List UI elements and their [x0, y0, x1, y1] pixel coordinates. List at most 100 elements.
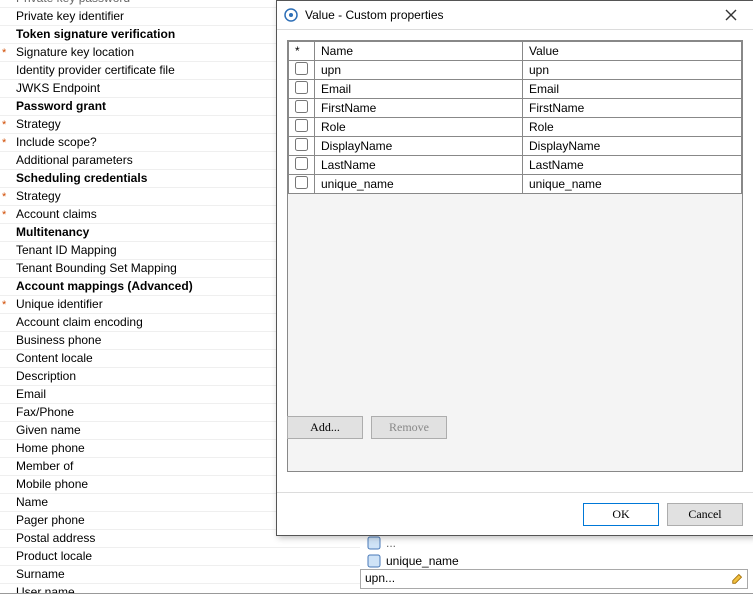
- cancel-button[interactable]: Cancel: [667, 503, 743, 526]
- property-label: Fax/Phone: [16, 405, 74, 419]
- cell-name[interactable]: upn: [315, 61, 523, 80]
- property-label: Name: [16, 495, 48, 509]
- row-checkbox-cell[interactable]: [289, 80, 315, 99]
- cell-value[interactable]: FirstName: [523, 99, 742, 118]
- dialog-titlebar: Value - Custom properties: [277, 1, 753, 30]
- property-label: Tenant ID Mapping: [16, 243, 117, 257]
- property-label: Home phone: [16, 441, 85, 455]
- row-checkbox[interactable]: [295, 157, 308, 170]
- close-button[interactable]: [715, 3, 747, 27]
- dialog-title: Value - Custom properties: [305, 8, 715, 22]
- col-header-name[interactable]: Name: [315, 42, 523, 61]
- col-header-value[interactable]: Value: [523, 42, 742, 61]
- row-checkbox-cell[interactable]: [289, 61, 315, 80]
- cell-value[interactable]: upn: [523, 61, 742, 80]
- dialog-footer: OK Cancel: [277, 492, 753, 535]
- ok-button[interactable]: OK: [583, 503, 659, 526]
- property-label: Token signature verification: [16, 27, 175, 41]
- property-label: Pager phone: [16, 513, 85, 527]
- property-label: Private key identifier: [16, 9, 124, 23]
- property-label: Given name: [16, 423, 81, 437]
- value-label: unique_name: [386, 554, 459, 568]
- row-checkbox[interactable]: [295, 119, 308, 132]
- property-label: Product locale: [16, 549, 92, 563]
- grid-row[interactable]: RoleRole: [289, 118, 742, 137]
- value-row-unique-name: unique_name: [360, 552, 752, 570]
- cell-value[interactable]: DisplayName: [523, 137, 742, 156]
- grid-row[interactable]: DisplayNameDisplayName: [289, 137, 742, 156]
- property-label: Unique identifier: [16, 297, 103, 311]
- row-checkbox-cell[interactable]: [289, 156, 315, 175]
- row-checkbox-cell[interactable]: [289, 175, 315, 194]
- col-header-checkbox[interactable]: *: [289, 42, 315, 61]
- cell-name[interactable]: FirstName: [315, 99, 523, 118]
- cell-value[interactable]: Role: [523, 118, 742, 137]
- property-label: Mobile phone: [16, 477, 88, 491]
- property-label: JWKS Endpoint: [16, 81, 100, 95]
- add-button[interactable]: Add...: [287, 416, 363, 439]
- properties-grid: * Name Value upnupnEmailEmailFirstNameFi…: [288, 41, 742, 194]
- property-label: Additional parameters: [16, 153, 133, 167]
- cell-value[interactable]: unique_name: [523, 175, 742, 194]
- cell-value[interactable]: Email: [523, 80, 742, 99]
- custom-properties-dialog: Value - Custom properties * Name Value u…: [276, 0, 753, 536]
- property-label: Multitenancy: [16, 225, 89, 239]
- cell-name[interactable]: unique_name: [315, 175, 523, 194]
- row-checkbox[interactable]: [295, 81, 308, 94]
- property-label: Scheduling credentials: [16, 171, 147, 185]
- grid-row[interactable]: EmailEmail: [289, 80, 742, 99]
- edit-icon[interactable]: [731, 571, 745, 585]
- required-icon: *: [2, 117, 6, 134]
- cell-name[interactable]: LastName: [315, 156, 523, 175]
- row-checkbox[interactable]: [295, 138, 308, 151]
- dialog-icon: [283, 7, 299, 23]
- row-checkbox-cell[interactable]: [289, 137, 315, 156]
- property-label: Email: [16, 387, 46, 401]
- property-label: Identity provider certificate file: [16, 63, 175, 77]
- required-icon: *: [2, 297, 6, 314]
- row-checkbox[interactable]: [295, 100, 308, 113]
- cell-name[interactable]: Role: [315, 118, 523, 137]
- cell-value[interactable]: LastName: [523, 156, 742, 175]
- property-label: Account mappings (Advanced): [16, 279, 193, 293]
- grid-row[interactable]: upnupn: [289, 61, 742, 80]
- property-label: Account claims: [16, 207, 97, 221]
- custom-properties-value: upn...: [365, 571, 395, 585]
- custom-properties-field[interactable]: upn...: [360, 569, 748, 589]
- required-icon: *: [2, 135, 6, 152]
- remove-button[interactable]: Remove: [371, 416, 447, 439]
- property-label: Content locale: [16, 351, 93, 365]
- property-row[interactable]: Product locale: [0, 548, 360, 566]
- grid-header-row: * Name Value: [289, 42, 742, 61]
- close-icon: [725, 9, 737, 21]
- property-label: Account claim encoding: [16, 315, 143, 329]
- value-row-custom-properties[interactable]: upn...: [360, 570, 752, 588]
- row-checkbox-cell[interactable]: [289, 99, 315, 118]
- row-checkbox-cell[interactable]: [289, 118, 315, 137]
- required-icon: *: [2, 207, 6, 224]
- property-label: Include scope?: [16, 135, 97, 149]
- grid-row[interactable]: unique_nameunique_name: [289, 175, 742, 194]
- property-label: Business phone: [16, 333, 101, 347]
- property-label: Strategy: [16, 117, 61, 131]
- value-row-hidden: ...: [360, 534, 752, 552]
- grid-row[interactable]: LastNameLastName: [289, 156, 742, 175]
- cell-name[interactable]: Email: [315, 80, 523, 99]
- property-label: Member of: [16, 459, 73, 473]
- property-row[interactable]: User name: [0, 584, 360, 593]
- property-label: Strategy: [16, 189, 61, 203]
- dialog-body: * Name Value upnupnEmailEmailFirstNameFi…: [277, 30, 753, 492]
- property-icon: [366, 553, 382, 569]
- cell-name[interactable]: DisplayName: [315, 137, 523, 156]
- grid-button-row: Add... Remove: [287, 416, 447, 444]
- row-checkbox[interactable]: [295, 176, 308, 189]
- property-label: Private key password: [16, 0, 130, 5]
- property-row[interactable]: Surname: [0, 566, 360, 584]
- property-label: Tenant Bounding Set Mapping: [16, 261, 177, 275]
- row-checkbox[interactable]: [295, 62, 308, 75]
- grid-row[interactable]: FirstNameFirstName: [289, 99, 742, 118]
- property-label: User name: [16, 585, 75, 593]
- property-label: Signature key location: [16, 45, 134, 59]
- required-icon: *: [2, 189, 6, 206]
- properties-grid-container: * Name Value upnupnEmailEmailFirstNameFi…: [287, 40, 743, 472]
